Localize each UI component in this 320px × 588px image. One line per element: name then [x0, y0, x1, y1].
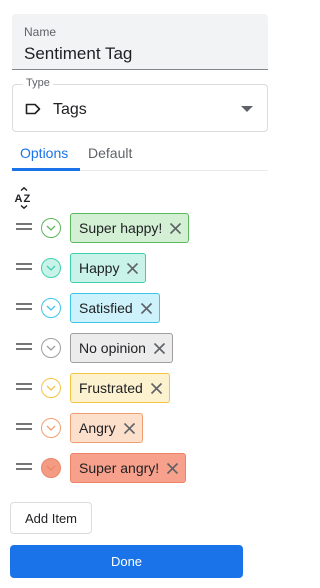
option-chip[interactable]: Super happy!: [70, 213, 190, 243]
drag-handle-icon[interactable]: [16, 343, 32, 351]
option-label: Happy: [79, 260, 120, 276]
name-field-label: Name: [24, 25, 57, 39]
chevron-down-icon: [46, 305, 56, 311]
option-chip[interactable]: Happy: [70, 253, 147, 283]
color-picker-button[interactable]: [41, 298, 61, 318]
type-select-label: Type: [23, 77, 53, 89]
option-chip[interactable]: No opinion: [70, 333, 173, 363]
option-label: Super angry!: [79, 460, 160, 476]
color-picker-button[interactable]: [41, 378, 61, 398]
chevron-down-icon: [46, 265, 56, 271]
option-row: No opinion: [0, 333, 270, 365]
svg-text:Z: Z: [24, 193, 31, 205]
color-picker-button[interactable]: [41, 338, 61, 358]
option-label: Super happy!: [79, 220, 163, 236]
tab-options[interactable]: Options: [20, 145, 68, 161]
tag-icon: [25, 103, 41, 115]
drag-handle-icon[interactable]: [16, 383, 32, 391]
tab-active-indicator: [12, 168, 80, 171]
option-label: Frustrated: [79, 380, 143, 396]
drag-handle-icon[interactable]: [16, 303, 32, 311]
option-chip[interactable]: Frustrated: [70, 373, 170, 403]
close-icon[interactable]: [166, 462, 179, 475]
option-label: Satisfied: [79, 300, 133, 316]
close-icon[interactable]: [153, 342, 166, 355]
done-button[interactable]: Done: [10, 545, 243, 578]
option-row: Frustrated: [0, 373, 270, 405]
color-picker-button[interactable]: [41, 418, 61, 438]
close-icon[interactable]: [126, 262, 139, 275]
option-row: Angry: [0, 413, 270, 445]
name-field[interactable]: Name Sentiment Tag: [12, 14, 268, 70]
caret-down-icon[interactable]: [241, 105, 253, 113]
type-select[interactable]: Type Tags: [12, 77, 268, 132]
tab-bar: Options Default: [12, 141, 268, 171]
option-label: Angry: [79, 420, 116, 436]
name-field-value[interactable]: Sentiment Tag: [24, 44, 132, 64]
color-picker-button[interactable]: [41, 218, 61, 238]
option-label: No opinion: [79, 340, 146, 356]
close-icon[interactable]: [150, 382, 163, 395]
close-icon[interactable]: [123, 422, 136, 435]
drag-handle-icon[interactable]: [16, 423, 32, 431]
add-item-button[interactable]: Add Item: [10, 502, 92, 534]
option-chip[interactable]: Angry: [70, 413, 143, 443]
type-select-value: Tags: [53, 101, 87, 118]
option-row: Happy: [0, 253, 270, 285]
chevron-down-icon: [46, 385, 56, 391]
close-icon[interactable]: [140, 302, 153, 315]
option-row: Super happy!: [0, 213, 270, 245]
tab-default[interactable]: Default: [88, 145, 132, 161]
sort-az-icon[interactable]: A Z: [14, 187, 34, 209]
chevron-down-icon: [46, 345, 56, 351]
option-chip[interactable]: Super angry!: [70, 453, 187, 483]
option-chip[interactable]: Satisfied: [70, 293, 160, 323]
option-row: Satisfied: [0, 293, 270, 325]
drag-handle-icon[interactable]: [16, 463, 32, 471]
chevron-down-icon: [46, 225, 56, 231]
svg-text:A: A: [15, 193, 23, 205]
drag-handle-icon[interactable]: [16, 223, 32, 231]
color-picker-button[interactable]: [41, 458, 61, 478]
drag-handle-icon[interactable]: [16, 263, 32, 271]
chevron-down-icon: [46, 465, 56, 471]
chevron-down-icon: [46, 425, 56, 431]
close-icon[interactable]: [169, 222, 182, 235]
color-picker-button[interactable]: [41, 258, 61, 278]
option-row: Super angry!: [0, 453, 270, 485]
